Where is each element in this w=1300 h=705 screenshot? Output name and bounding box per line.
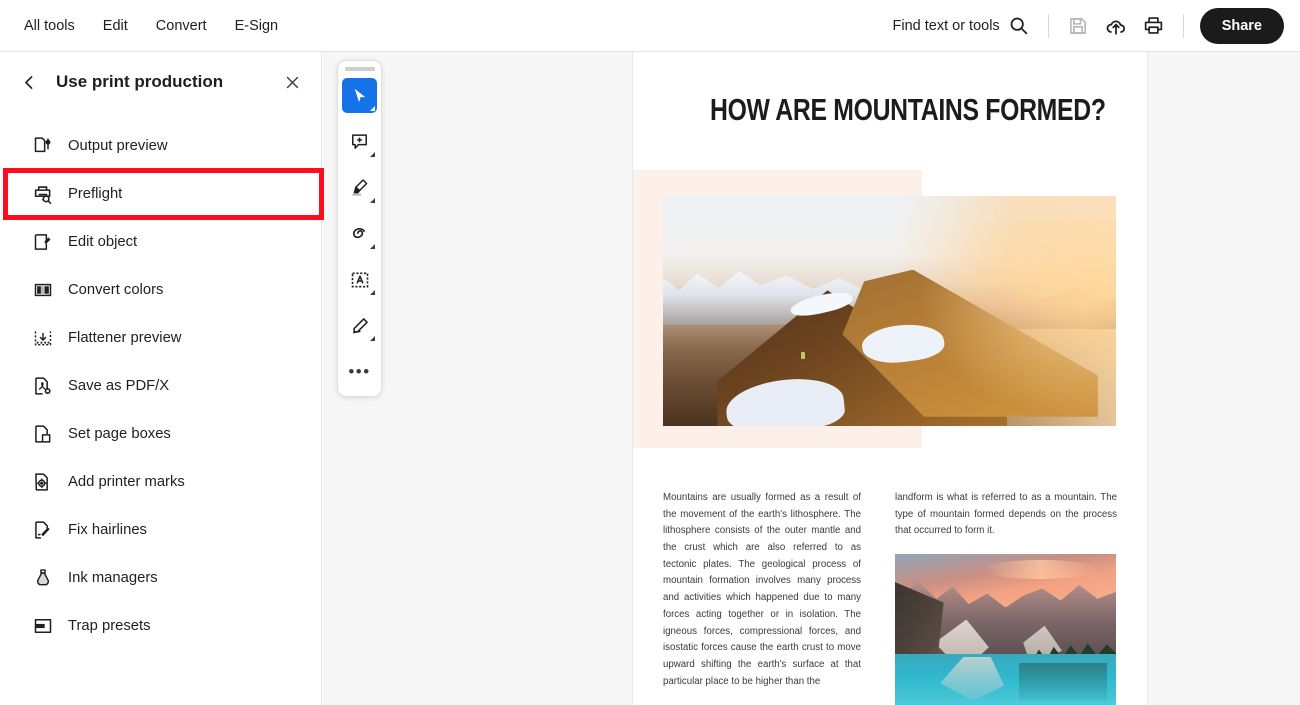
- sidebar-item-label: Set page boxes: [68, 426, 171, 442]
- sidebar-item-label: Output preview: [68, 138, 168, 154]
- chevron-down-icon: [370, 152, 375, 157]
- sidebar-item-label: Add printer marks: [68, 474, 185, 490]
- photo2-cloud: [983, 560, 1099, 579]
- sidebar-item-label: Ink managers: [68, 570, 158, 586]
- adobe-acrobat-window: All tools Edit Convert E-Sign Find text …: [0, 0, 1300, 705]
- draw-freeform-tool[interactable]: [342, 216, 377, 251]
- chevron-down-icon: [370, 106, 375, 111]
- trap-presets-icon: [32, 615, 54, 637]
- cloud-upload-icon[interactable]: [1097, 7, 1135, 45]
- sidebar-item-edit-object[interactable]: Edit object: [0, 218, 321, 266]
- fill-and-sign-tool[interactable]: [342, 308, 377, 343]
- share-button[interactable]: Share: [1199, 7, 1284, 44]
- toolbar-divider-2: [1182, 13, 1184, 38]
- set-page-boxes-icon: [32, 423, 54, 445]
- print-production-sidebar: Use print production Output preview Pref…: [0, 52, 324, 705]
- chevron-down-icon: [370, 198, 375, 203]
- nav-convert[interactable]: Convert: [142, 12, 221, 40]
- print-icon[interactable]: [1135, 7, 1173, 45]
- sidebar-item-flattener-preview[interactable]: Flattener preview: [0, 314, 321, 362]
- flattener-preview-icon: [32, 327, 54, 349]
- sidebar-item-save-as-pdfx[interactable]: Save as PDF/X: [0, 362, 321, 410]
- nav-edit[interactable]: Edit: [89, 12, 142, 40]
- sidebar-item-set-page-boxes[interactable]: Set page boxes: [0, 410, 321, 458]
- add-printer-marks-icon: [32, 471, 54, 493]
- sidebar-item-fix-hairlines[interactable]: Fix hairlines: [0, 506, 321, 554]
- add-text-box-tool[interactable]: [342, 262, 377, 297]
- chevron-down-icon: [370, 244, 375, 249]
- highlight-tool[interactable]: [342, 170, 377, 205]
- nav-e-sign[interactable]: E-Sign: [221, 12, 293, 40]
- toolbar-drag-handle[interactable]: [344, 67, 375, 71]
- sidebar-item-label: Trap presets: [68, 618, 151, 634]
- ink-managers-icon: [32, 567, 54, 589]
- save-icon[interactable]: [1059, 7, 1097, 45]
- convert-colors-icon: [32, 279, 54, 301]
- sunset-mountain-ridge-photo: [663, 196, 1116, 426]
- sidebar-item-list: Output preview Preflight Edit object Con…: [0, 112, 321, 650]
- sidebar-item-preflight[interactable]: Preflight: [0, 170, 321, 218]
- sidebar-header: Use print production: [0, 52, 321, 112]
- search-icon[interactable]: [1000, 7, 1038, 45]
- edit-object-icon: [32, 231, 54, 253]
- select-cursor-tool[interactable]: [342, 78, 377, 113]
- body-text-right-column: landform is what is referred to as a mou…: [895, 492, 1117, 537]
- photo2-reflection-b: [1018, 663, 1108, 701]
- sidebar-item-trap-presets[interactable]: Trap presets: [0, 602, 321, 650]
- fix-hairlines-icon: [32, 519, 54, 541]
- moraine-lake-mountains-photo: [895, 554, 1116, 705]
- page-title: Use print production: [56, 72, 224, 91]
- nav-all-tools[interactable]: All tools: [10, 12, 89, 40]
- more-tools[interactable]: •••: [342, 354, 377, 389]
- body-text-left-column: Mountains are usually formed as a result…: [663, 492, 861, 687]
- sidebar-item-label: Preflight: [68, 186, 123, 202]
- sidebar-item-label: Fix hairlines: [68, 522, 147, 538]
- sidebar-item-output-preview[interactable]: Output preview: [0, 122, 321, 170]
- sidebar-item-add-printer-marks[interactable]: Add printer marks: [0, 458, 321, 506]
- save-pdfx-icon: [32, 375, 54, 397]
- sidebar-item-label: Save as PDF/X: [68, 378, 170, 394]
- sidebar-item-label: Flattener preview: [68, 330, 182, 346]
- sidebar-item-convert-colors[interactable]: Convert colors: [0, 266, 321, 314]
- sidebar-item-label: Convert colors: [68, 282, 164, 298]
- photo1-sun-glow: [907, 219, 1116, 426]
- close-icon[interactable]: [277, 67, 307, 97]
- chevron-down-icon: [370, 290, 375, 295]
- sidebar-item-label: Edit object: [68, 234, 138, 250]
- add-comment-tool[interactable]: [342, 124, 377, 159]
- document-heading: HOW ARE MOUNTAINS FORMED?: [710, 92, 1106, 127]
- document-viewer[interactable]: HOW ARE MOUNTAINS FORMED? Mountains are …: [323, 52, 1300, 705]
- photo1-hiker: [801, 352, 806, 360]
- pdf-page: HOW ARE MOUNTAINS FORMED? Mountains are …: [632, 52, 1148, 705]
- toolbar-divider-1: [1047, 13, 1049, 38]
- find-text-or-tools-label[interactable]: Find text or tools: [893, 18, 1000, 34]
- top-nav-group: All tools Edit Convert E-Sign: [0, 12, 292, 40]
- top-menu-bar: All tools Edit Convert E-Sign Find text …: [0, 0, 1300, 52]
- sidebar-item-ink-managers[interactable]: Ink managers: [0, 554, 321, 602]
- chevron-left-icon[interactable]: [14, 67, 44, 97]
- top-bar-actions: Find text or tools Share: [893, 7, 1300, 45]
- floating-quick-toolbar: •••: [337, 60, 382, 397]
- output-preview-icon: [32, 135, 54, 157]
- preflight-icon: [32, 183, 54, 205]
- chevron-down-icon: [370, 336, 375, 341]
